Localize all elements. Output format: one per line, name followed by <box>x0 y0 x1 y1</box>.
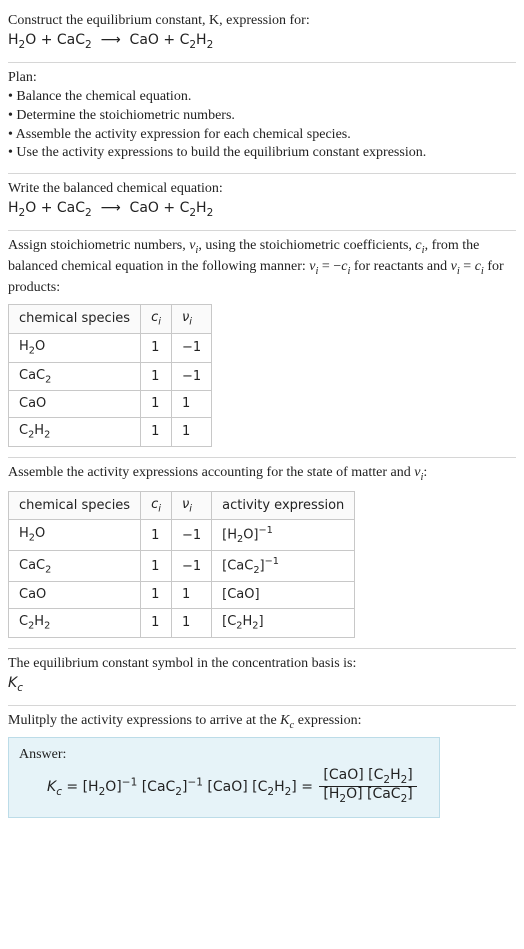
plan-bullet-2: • Determine the stoichiometric numbers. <box>8 107 516 126</box>
cell-ci: 1 <box>141 551 172 582</box>
intro-section: Construct the equilibrium constant, K, e… <box>8 6 516 63</box>
table-row: chemical species ci νi activity expressi… <box>9 491 355 520</box>
cell-vi: 1 <box>171 417 211 446</box>
cell-activity: [CaO] <box>212 582 355 609</box>
answer-expression: Kc = [H2O]−1 [CaC2]−1 [CaO] [C2H2] = [Ca… <box>19 768 429 805</box>
col-vi: νi <box>171 491 211 520</box>
cell-vi: −1 <box>171 333 211 362</box>
plan-bullet-4: • Use the activity expressions to build … <box>8 144 516 163</box>
stoich-intro: Assign stoichiometric numbers, νi, using… <box>8 237 516 298</box>
cell-ci: 1 <box>141 608 172 637</box>
cell-activity: [H2O]−1 <box>212 520 355 551</box>
table-row: H2O 1 −1 <box>9 333 212 362</box>
table-row: C2H2 1 1 [C2H2] <box>9 608 355 637</box>
balance-section: Write the balanced chemical equation: H2… <box>8 174 516 231</box>
table-row: CaC2 1 −1 [CaC2]−1 <box>9 551 355 582</box>
cell-vi: −1 <box>171 520 211 551</box>
balance-equation: H2O + CaC2 ⟶ CaO + C2H2 <box>8 199 516 220</box>
fraction-denominator: [H2O] [CaC2] <box>319 787 416 805</box>
balance-title: Write the balanced chemical equation: <box>8 180 516 199</box>
activity-section: Assemble the activity expressions accoun… <box>8 458 516 649</box>
cell-species: H2O <box>9 520 141 551</box>
intro-equation: H2O + CaC2 ⟶ CaO + C2H2 <box>8 31 516 52</box>
activity-table: chemical species ci νi activity expressi… <box>8 491 355 638</box>
cell-species: C2H2 <box>9 608 141 637</box>
cell-vi: 1 <box>171 391 211 418</box>
cell-activity: [CaC2]−1 <box>212 551 355 582</box>
plan-bullet-3: • Assemble the activity expression for e… <box>8 126 516 145</box>
stoich-section: Assign stoichiometric numbers, νi, using… <box>8 231 516 457</box>
cell-ci: 1 <box>141 520 172 551</box>
cell-species: CaO <box>9 391 141 418</box>
cell-activity: [C2H2] <box>212 608 355 637</box>
cell-vi: 1 <box>171 608 211 637</box>
activity-intro: Assemble the activity expressions accoun… <box>8 464 516 485</box>
table-row: C2H2 1 1 <box>9 417 212 446</box>
cell-ci: 1 <box>141 362 172 391</box>
cell-species: CaC2 <box>9 551 141 582</box>
table-row: CaC2 1 −1 <box>9 362 212 391</box>
cell-species: H2O <box>9 333 141 362</box>
answer-label: Answer: <box>19 746 429 765</box>
answer-left: Kc = [H2O]−1 [CaC2]−1 [CaO] [C2H2] = <box>47 779 317 795</box>
cell-ci: 1 <box>141 417 172 446</box>
kc-symbol-line: The equilibrium constant symbol in the c… <box>8 655 516 674</box>
cell-ci: 1 <box>141 582 172 609</box>
cell-ci: 1 <box>141 391 172 418</box>
col-vi: νi <box>171 305 211 334</box>
fraction-numerator: [CaO] [C2H2] <box>319 768 416 787</box>
answer-box: Answer: Kc = [H2O]−1 [CaC2]−1 [CaO] [C2H… <box>8 737 440 819</box>
col-species: chemical species <box>9 491 141 520</box>
col-activity: activity expression <box>212 491 355 520</box>
intro-line: Construct the equilibrium constant, K, e… <box>8 12 516 31</box>
col-species: chemical species <box>9 305 141 334</box>
table-row: H2O 1 −1 [H2O]−1 <box>9 520 355 551</box>
col-ci: ci <box>141 305 172 334</box>
plan-bullet-1: • Balance the chemical equation. <box>8 88 516 107</box>
cell-ci: 1 <box>141 333 172 362</box>
answer-fraction: [CaO] [C2H2][H2O] [CaC2] <box>319 768 416 805</box>
table-row: chemical species ci νi <box>9 305 212 334</box>
cell-species: CaO <box>9 582 141 609</box>
kc-symbol-section: The equilibrium constant symbol in the c… <box>8 649 516 706</box>
stoich-table: chemical species ci νi H2O 1 −1 CaC2 1 −… <box>8 304 212 447</box>
cell-vi: 1 <box>171 582 211 609</box>
final-section: Mulitply the activity expressions to arr… <box>8 706 516 828</box>
plan-section: Plan: • Balance the chemical equation. •… <box>8 63 516 174</box>
table-row: CaO 1 1 <box>9 391 212 418</box>
table-row: CaO 1 1 [CaO] <box>9 582 355 609</box>
plan-title: Plan: <box>8 69 516 88</box>
cell-vi: −1 <box>171 362 211 391</box>
col-ci: ci <box>141 491 172 520</box>
final-intro: Mulitply the activity expressions to arr… <box>8 712 516 733</box>
cell-species: CaC2 <box>9 362 141 391</box>
cell-species: C2H2 <box>9 417 141 446</box>
kc-symbol: Kc <box>8 674 516 695</box>
cell-vi: −1 <box>171 551 211 582</box>
